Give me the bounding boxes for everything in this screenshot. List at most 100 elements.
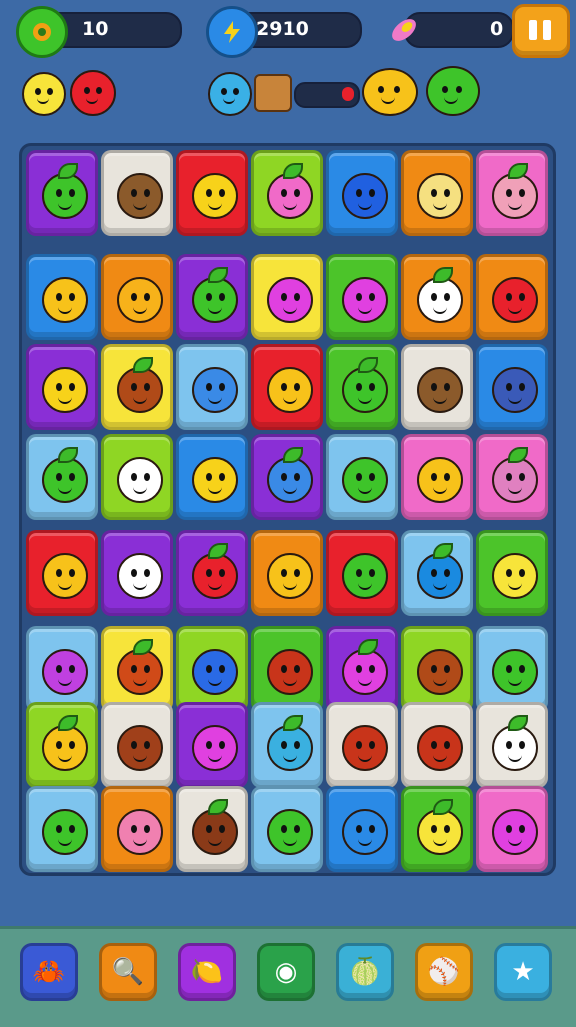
star-button-icon[interactable]: ★ — [494, 943, 552, 1001]
puzzle-tile[interactable] — [26, 344, 98, 430]
creature-icon — [342, 357, 388, 413]
creature-icon — [192, 173, 238, 219]
creature-icon — [192, 799, 238, 855]
creature-icon — [267, 715, 313, 771]
puzzle-tile[interactable] — [26, 254, 98, 340]
red-critter-icon — [70, 70, 116, 116]
puzzle-tile[interactable] — [401, 434, 473, 520]
puzzle-tile[interactable] — [251, 786, 323, 872]
puzzle-tile[interactable] — [26, 530, 98, 616]
creature-icon — [342, 173, 388, 219]
blue-critter-icon — [208, 72, 252, 116]
creature-icon — [192, 367, 238, 413]
creature-button-icon[interactable]: 🦀 — [20, 943, 78, 1001]
puzzle-tile[interactable] — [476, 150, 548, 236]
creature-icon — [42, 553, 88, 599]
puzzle-tile[interactable] — [476, 434, 548, 520]
puzzle-tile[interactable] — [326, 702, 398, 788]
puzzle-tile[interactable] — [26, 626, 98, 712]
puzzle-tile[interactable] — [101, 702, 173, 788]
pause-bar-left — [529, 20, 537, 40]
puzzle-tile[interactable] — [101, 254, 173, 340]
bolt-icon — [206, 6, 258, 58]
puzzle-tile[interactable] — [326, 150, 398, 236]
puzzle-tile[interactable] — [176, 702, 248, 788]
puzzle-tile[interactable] — [101, 786, 173, 872]
creature-icon — [192, 267, 238, 323]
pause-button[interactable] — [512, 4, 570, 58]
puzzle-tile[interactable] — [326, 786, 398, 872]
puzzle-tile[interactable] — [26, 150, 98, 236]
puzzle-tile[interactable] — [101, 434, 173, 520]
creature-icon — [492, 649, 538, 695]
orange-critter-icon — [362, 68, 418, 116]
puzzle-tile[interactable] — [476, 344, 548, 430]
puzzle-tile[interactable] — [476, 626, 548, 712]
puzzle-tile[interactable] — [326, 626, 398, 712]
puzzle-tile[interactable] — [176, 150, 248, 236]
puzzle-tile[interactable] — [476, 702, 548, 788]
search-button-icon[interactable]: 🔍 — [99, 943, 157, 1001]
puzzle-tile[interactable] — [176, 530, 248, 616]
creature-icon — [42, 809, 88, 855]
puzzle-tile[interactable] — [176, 626, 248, 712]
creature-icon — [42, 447, 88, 503]
puzzle-tile[interactable] — [251, 530, 323, 616]
green-gear-icon[interactable] — [16, 6, 68, 58]
puzzle-tile[interactable] — [476, 530, 548, 616]
creature-icon — [492, 553, 538, 599]
puzzle-tile[interactable] — [176, 786, 248, 872]
creature-icon — [417, 457, 463, 503]
target-button-icon[interactable]: ◉ — [257, 943, 315, 1001]
shovel-button-icon[interactable]: 🍋 — [178, 943, 236, 1001]
puzzle-tile[interactable] — [101, 344, 173, 430]
puzzle-tile[interactable] — [401, 254, 473, 340]
middle-resource-value: 2910 — [256, 18, 309, 40]
puzzle-tile[interactable] — [26, 702, 98, 788]
creature-icon — [267, 163, 313, 219]
leaf-button-icon[interactable]: 🍈 — [336, 943, 394, 1001]
puzzle-tile[interactable] — [251, 434, 323, 520]
creature-icon — [417, 173, 463, 219]
creature-icon — [342, 809, 388, 855]
puzzle-tile[interactable] — [326, 434, 398, 520]
puzzle-tile[interactable] — [326, 344, 398, 430]
creature-icon — [267, 553, 313, 599]
puzzle-tile[interactable] — [176, 434, 248, 520]
puzzle-tile[interactable] — [401, 702, 473, 788]
puzzle-tile[interactable] — [326, 530, 398, 616]
creature-icon — [417, 267, 463, 323]
creature-icon — [342, 639, 388, 695]
puzzle-tile[interactable] — [476, 786, 548, 872]
puzzle-tile[interactable] — [251, 626, 323, 712]
creature-icon — [42, 367, 88, 413]
creature-icon — [117, 277, 163, 323]
puzzle-tile[interactable] — [26, 786, 98, 872]
bag-icon — [254, 74, 292, 112]
puzzle-tile[interactable] — [401, 786, 473, 872]
puzzle-tile[interactable] — [251, 254, 323, 340]
puzzle-tile[interactable] — [251, 150, 323, 236]
puzzle-tile[interactable] — [101, 530, 173, 616]
puzzle-tile[interactable] — [401, 626, 473, 712]
puzzle-tile[interactable] — [101, 150, 173, 236]
puzzle-tile[interactable] — [401, 530, 473, 616]
puzzle-tile[interactable] — [251, 344, 323, 430]
puzzle-tile[interactable] — [326, 254, 398, 340]
puzzle-tile[interactable] — [401, 344, 473, 430]
puzzle-tile[interactable] — [176, 254, 248, 340]
puzzle-tile[interactable] — [26, 434, 98, 520]
ball-button-icon[interactable]: ⚾ — [415, 943, 473, 1001]
creature-icon — [267, 367, 313, 413]
creature-icon — [342, 725, 388, 771]
creature-icon — [117, 553, 163, 599]
puzzle-tile[interactable] — [176, 344, 248, 430]
creature-icon — [492, 277, 538, 323]
creature-icon — [42, 715, 88, 771]
creature-icon — [342, 457, 388, 503]
puzzle-tile[interactable] — [476, 254, 548, 340]
puzzle-tile[interactable] — [101, 626, 173, 712]
puzzle-tile[interactable] — [251, 702, 323, 788]
creature-icon — [117, 357, 163, 413]
puzzle-tile[interactable] — [401, 150, 473, 236]
